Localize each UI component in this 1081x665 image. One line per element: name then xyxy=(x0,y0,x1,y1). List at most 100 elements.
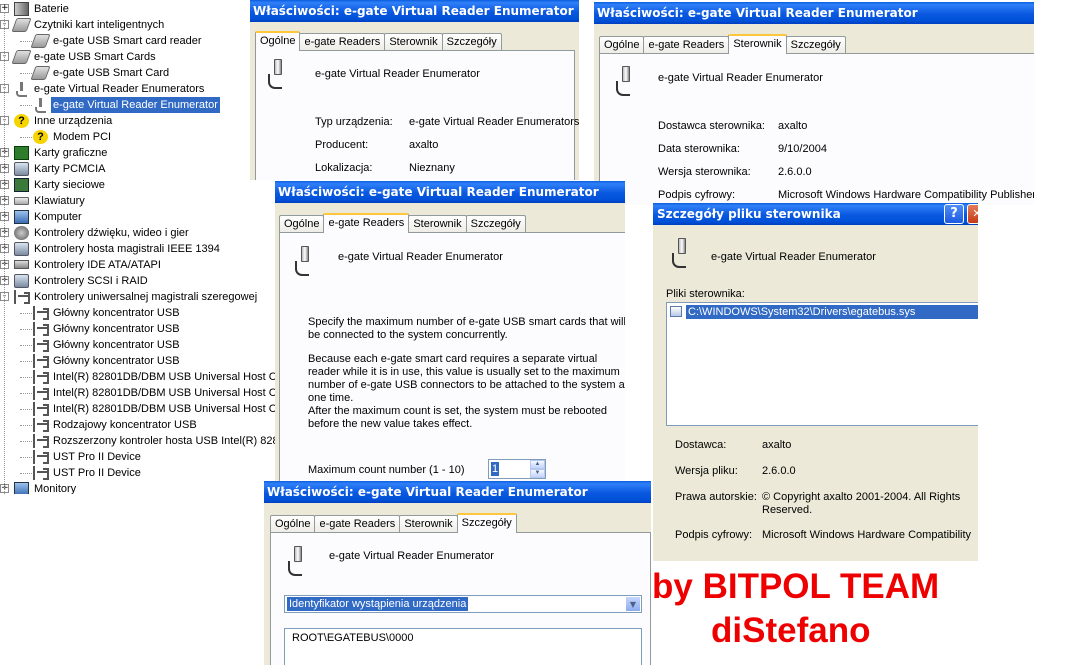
usb-icon xyxy=(33,418,49,432)
tab-details[interactable]: Szczegóły xyxy=(441,33,502,51)
tree-connector xyxy=(20,73,32,74)
driver-file-item[interactable]: C:\WINDOWS\System32\Drivers\egatebus.sys xyxy=(686,305,978,319)
smart-card-reader-icon xyxy=(11,18,32,32)
dialog-readers-page: e-gate Virtual Reader Enumerator Specify… xyxy=(279,232,625,486)
tab-egate-readers[interactable]: e-gate Readers xyxy=(299,33,386,51)
dialog-filedetails-title: Szczegóły pliku sterownika xyxy=(653,203,978,225)
tree-item[interactable]: -? Inne urządzenia xyxy=(0,113,280,129)
tree-item[interactable]: e-gate USB Smart card reader xyxy=(0,33,280,49)
tree-item-label: Intel(R) 82801DB/DBM USB Universal Host … xyxy=(53,371,280,383)
tab-driver[interactable]: Sterownik xyxy=(728,34,787,54)
tree-item[interactable]: + Karty sieciowe xyxy=(0,177,280,193)
tree-item[interactable]: UST Pro II Device xyxy=(0,465,280,481)
tree-item[interactable]: + Klawiatury xyxy=(0,193,280,209)
tree-item[interactable]: e-gate Virtual Reader Enumerator xyxy=(0,97,280,113)
max-count-value[interactable]: 1 xyxy=(491,462,500,476)
usb-plug-icon xyxy=(293,246,315,276)
tab-egate-readers[interactable]: e-gate Readers xyxy=(323,213,410,233)
tree-item[interactable]: Główny koncentrator USB xyxy=(0,305,280,321)
device-tree[interactable]: + Baterie - Czytniki kart inteligentnych e-g… xyxy=(0,0,280,494)
credit-line-1: by BITPOL TEAM xyxy=(652,567,940,606)
tab-egate-readers[interactable]: e-gate Readers xyxy=(643,36,730,54)
tab-details[interactable]: Szczegóły xyxy=(785,36,846,54)
device-name: e-gate Virtual Reader Enumerator xyxy=(329,550,494,562)
tree-item[interactable]: + Karty graficzne xyxy=(0,145,280,161)
ide-icon xyxy=(14,260,29,269)
tab-general[interactable]: Ogólne xyxy=(279,215,325,233)
spinner-up-button[interactable]: ▲ xyxy=(530,460,545,469)
tree-item[interactable]: - e-gate Virtual Reader Enumerators xyxy=(0,81,280,97)
readers-paragraph-3: After the maximum count is set, the syst… xyxy=(308,405,607,430)
copyright-label: Prawa autorskie: xyxy=(675,491,757,503)
max-count-spinner[interactable]: 1 ▲ ▼ xyxy=(488,459,546,479)
tree-connector xyxy=(20,377,32,378)
tree-item[interactable]: Główny koncentrator USB xyxy=(0,337,280,353)
tree-item[interactable]: + Kontrolery dźwięku, wideo i gier xyxy=(0,225,280,241)
dialog-details-tabs: Ogólne e-gate Readers Sterownik Szczegóły xyxy=(270,513,517,533)
usb-plug-icon xyxy=(286,546,308,576)
dialog-readers-title: Właściwości: e-gate Virtual Reader Enume… xyxy=(275,181,625,203)
property-dropdown[interactable]: Identyfikator wystąpienia urządzenia ▼ xyxy=(284,595,642,613)
location-label: Lokalizacja: xyxy=(315,162,373,174)
help-button[interactable]: ? xyxy=(944,204,964,224)
property-value: ROOT\EGATEBUS\0000 xyxy=(292,632,414,644)
file-version-label: Wersja pliku: xyxy=(675,465,738,477)
tree-item[interactable]: Rozszerzony kontroler hosta USB Intel(R)… xyxy=(0,433,280,449)
digital-signer-value: Microsoft Windows Hardware Compatibility… xyxy=(778,189,1034,201)
tree-item[interactable]: Główny koncentrator USB xyxy=(0,353,280,369)
usb-icon xyxy=(14,290,30,304)
driver-version-value: 2.6.0.0 xyxy=(778,166,812,178)
tree-item[interactable]: + Komputer xyxy=(0,209,280,225)
tree-item-label: Intel(R) 82801DB/DBM USB Universal Host … xyxy=(53,403,280,415)
tree-item[interactable]: - Czytniki kart inteligentnych xyxy=(0,17,280,33)
question-icon: ? xyxy=(14,114,29,128)
manufacturer-value: axalto xyxy=(409,139,439,151)
smart-card-reader-icon xyxy=(11,50,32,64)
dialog-driver-file-details: Szczegóły pliku sterownika ? ✕ e-gate Vi… xyxy=(653,203,978,561)
usb-plug-icon xyxy=(266,59,288,89)
tree-item[interactable]: Główny koncentrator USB xyxy=(0,321,280,337)
tree-item[interactable]: + Monitory xyxy=(0,481,280,494)
tree-item[interactable]: Intel(R) 82801DB/DBM USB Universal Host … xyxy=(0,401,280,417)
tab-general[interactable]: Ogólne xyxy=(270,515,316,533)
chevron-down-icon[interactable]: ▼ xyxy=(625,596,641,612)
tree-item[interactable]: UST Pro II Device xyxy=(0,449,280,465)
tab-driver[interactable]: Sterownik xyxy=(399,515,458,533)
tree-item[interactable]: + Kontrolery hosta magistrali IEEE 1394 xyxy=(0,241,280,257)
device-name: e-gate Virtual Reader Enumerator xyxy=(315,68,480,80)
tree-item-label: Klawiatury xyxy=(34,195,85,207)
tree-item[interactable]: - e-gate USB Smart Cards xyxy=(0,49,280,65)
dialog-details-title: Właściwości: e-gate Virtual Reader Enume… xyxy=(264,481,651,503)
tree-item-label: Monitory xyxy=(34,483,77,494)
property-value-list[interactable]: ROOT\EGATEBUS\0000 xyxy=(284,628,642,665)
tab-driver[interactable]: Sterownik xyxy=(384,33,443,51)
property-dropdown-value: Identyfikator wystąpienia urządzenia xyxy=(287,597,469,611)
copyright-value: © Copyright axalto 2001-2004. All Rights… xyxy=(762,491,961,516)
tree-connector xyxy=(20,329,32,330)
usb-plug-icon xyxy=(614,66,636,96)
close-button[interactable]: ✕ xyxy=(967,204,978,224)
spinner-down-button[interactable]: ▼ xyxy=(530,469,545,478)
tree-item[interactable]: Intel(R) 82801DB/DBM USB Universal Host … xyxy=(0,369,280,385)
tab-general[interactable]: Ogólne xyxy=(599,36,645,54)
tree-item[interactable]: + Baterie xyxy=(0,1,280,17)
tab-egate-readers[interactable]: e-gate Readers xyxy=(314,515,401,533)
dialog-driver: Właściwości: e-gate Virtual Reader Enume… xyxy=(594,2,1034,205)
tree-item[interactable]: ? Modem PCI xyxy=(0,129,280,145)
tree-item[interactable]: Intel(R) 82801DB/DBM USB Universal Host … xyxy=(0,385,280,401)
tree-item[interactable]: + Karty PCMCIA xyxy=(0,161,280,177)
tree-item[interactable]: + Kontrolery SCSI i RAID xyxy=(0,273,280,289)
tree-item[interactable]: Rodzajowy koncentrator USB xyxy=(0,417,280,433)
tree-item[interactable]: + Kontrolery IDE ATA/ATAPI xyxy=(0,257,280,273)
usb-icon xyxy=(33,306,49,320)
device-type-label: Typ urządzenia: xyxy=(315,116,393,128)
tree-item[interactable]: - Kontrolery uniwersalnej magistrali szer… xyxy=(0,289,280,305)
tab-details[interactable]: Szczegóły xyxy=(465,215,526,233)
tab-details[interactable]: Szczegóły xyxy=(456,513,517,533)
dialog-readers-tabs: Ogólne e-gate Readers Sterownik Szczegóły xyxy=(279,213,526,233)
driver-files-list[interactable]: C:\WINDOWS\System32\Drivers\egatebus.sys xyxy=(666,302,978,426)
tab-driver[interactable]: Sterownik xyxy=(408,215,467,233)
tab-general[interactable]: Ogólne xyxy=(255,31,301,51)
display-adapter-icon xyxy=(14,146,29,160)
tree-item[interactable]: e-gate USB Smart Card xyxy=(0,65,280,81)
